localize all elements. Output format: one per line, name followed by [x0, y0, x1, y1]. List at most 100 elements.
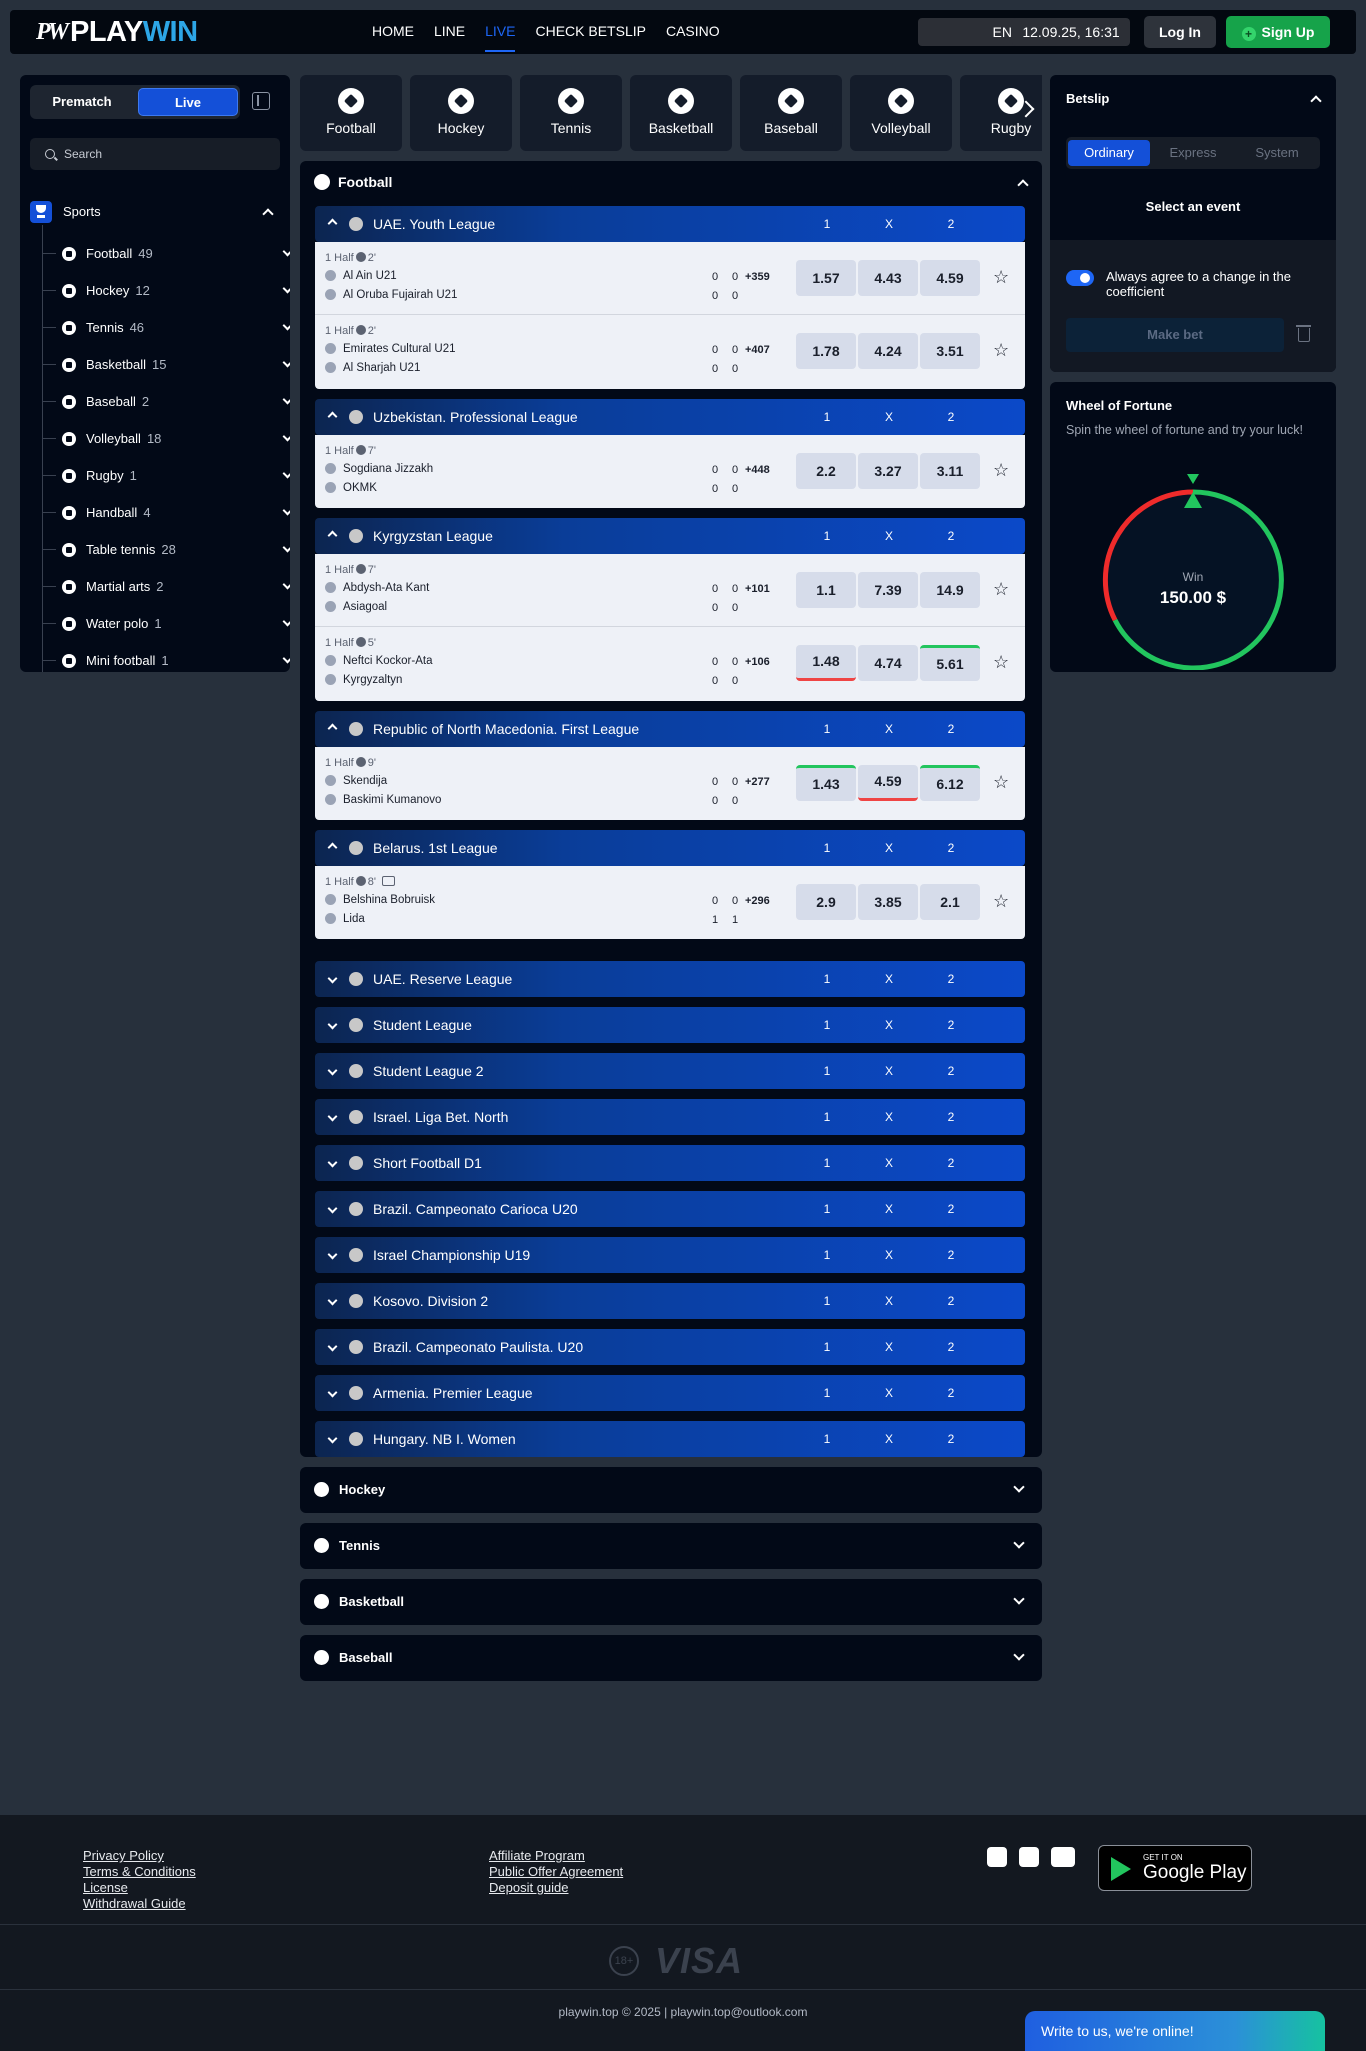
odd-button-2[interactable]: 4.59: [920, 260, 980, 296]
chevron-down-icon[interactable]: [327, 1341, 338, 1352]
nav-casino[interactable]: CASINO: [666, 10, 720, 54]
league-header[interactable]: Student League 1 X 2: [315, 1007, 1025, 1043]
login-button[interactable]: Log In: [1144, 16, 1216, 48]
chevron-up-icon[interactable]: [327, 530, 338, 541]
withdrawal-guide-link[interactable]: Withdrawal Guide: [83, 1896, 196, 1912]
league-header[interactable]: Armenia. Premier League 1 X 2: [315, 1375, 1025, 1411]
odd-button-x[interactable]: 4.43: [858, 260, 918, 296]
tab-system[interactable]: System: [1236, 140, 1318, 166]
league-header[interactable]: Short Football D1 1 X 2: [315, 1145, 1025, 1181]
odd-button-2[interactable]: 14.9: [920, 572, 980, 608]
league-header[interactable]: Brazil. Campeonato Paulista. U20 1 X 2: [315, 1329, 1025, 1365]
odd-button-2[interactable]: 3.11: [920, 453, 980, 489]
search-input[interactable]: Search: [30, 138, 280, 170]
hockey-panel[interactable]: Hockey: [300, 1467, 1042, 1513]
sports-header[interactable]: Sports: [30, 201, 280, 223]
odd-button-x[interactable]: 4.24: [858, 333, 918, 369]
league-header[interactable]: Belarus. 1st League 1 X 2: [315, 830, 1025, 866]
tab-basketball[interactable]: Basketball: [630, 75, 732, 151]
tab-volleyball[interactable]: Volleyball: [850, 75, 952, 151]
star-icon[interactable]: ☆: [993, 268, 1009, 286]
chevron-down-icon[interactable]: [327, 1019, 338, 1030]
match-row[interactable]: 1 Half 2' Emirates Cultural U21 Al Sharjah …: [315, 315, 1025, 388]
more-markets-link[interactable]: +101: [745, 583, 770, 595]
signup-button[interactable]: + Sign Up: [1226, 16, 1330, 48]
star-icon[interactable]: ☆: [993, 773, 1009, 791]
odd-button-2[interactable]: 6.12: [920, 765, 980, 801]
sidebar-item-handball[interactable]: Handball 4: [42, 500, 290, 526]
more-markets-link[interactable]: +277: [745, 776, 770, 788]
match-row[interactable]: 1 Half 5' Neftci Kockor-Ata Kyrgyzaltyn 0 0 0 0…: [315, 627, 1025, 700]
chevron-down-icon[interactable]: [327, 1203, 338, 1214]
odd-button-1[interactable]: 1.1: [796, 572, 856, 608]
league-header[interactable]: Student League 2 1 X 2: [315, 1053, 1025, 1089]
chevron-down-icon[interactable]: [327, 973, 338, 984]
youtube-icon[interactable]: [1051, 1847, 1075, 1867]
chevron-up-icon[interactable]: [327, 411, 338, 422]
tab-baseball[interactable]: Baseball: [740, 75, 842, 151]
tab-express[interactable]: Express: [1152, 140, 1234, 166]
league-header[interactable]: Kyrgyzstan League 1 X 2: [315, 518, 1025, 554]
prematch-button[interactable]: Prematch: [32, 88, 132, 116]
odd-button-x[interactable]: 4.59: [858, 765, 918, 801]
tab-tennis[interactable]: Tennis: [520, 75, 622, 151]
sidebar-item-table-tennis[interactable]: Table tennis 28: [42, 537, 290, 563]
match-row[interactable]: 1 Half 8' Belshina Bobruisk Lida 0 0 1 1 +296 2.9…: [315, 866, 1025, 939]
chevron-down-icon[interactable]: [327, 1249, 338, 1260]
chevron-up-icon[interactable]: [327, 842, 338, 853]
chevron-down-icon[interactable]: [327, 1433, 338, 1444]
chat-widget[interactable]: Write to us, we're online!: [1025, 2011, 1325, 2051]
league-header[interactable]: Israel Championship U19 1 X 2: [315, 1237, 1025, 1273]
chevron-down-icon[interactable]: [327, 1387, 338, 1398]
baseball-panel[interactable]: Baseball: [300, 1635, 1042, 1681]
chevron-up-icon[interactable]: [327, 723, 338, 734]
sidebar-item-mini-football[interactable]: Mini football 1: [42, 648, 290, 672]
tab-hockey[interactable]: Hockey: [410, 75, 512, 151]
odd-button-x[interactable]: 4.74: [858, 645, 918, 681]
star-icon[interactable]: ☆: [993, 580, 1009, 598]
more-markets-link[interactable]: +448: [745, 464, 770, 476]
tab-ordinary[interactable]: Ordinary: [1068, 140, 1150, 166]
sidebar-item-football[interactable]: Football 49: [42, 241, 290, 267]
logo[interactable]: PW PLAY WIN: [36, 16, 198, 48]
league-header[interactable]: UAE. Youth League 1 X 2: [315, 206, 1025, 242]
star-icon[interactable]: ☆: [993, 892, 1009, 910]
match-row[interactable]: 1 Half 2' Al Ain U21 Al Oruba Fujairah U21 0…: [315, 242, 1025, 315]
league-header[interactable]: Uzbekistan. Professional League 1 X 2: [315, 399, 1025, 435]
sidebar-item-basketball[interactable]: Basketball 15: [42, 352, 290, 378]
instagram-icon[interactable]: [1019, 1847, 1039, 1867]
league-header[interactable]: Israel. Liga Bet. North 1 X 2: [315, 1099, 1025, 1135]
match-row[interactable]: 1 Half 7' Abdysh-Ata Kant Asiagoal 0 0 0 0 +101 1…: [315, 554, 1025, 627]
chevron-up-icon[interactable]: [1017, 179, 1029, 191]
odd-button-1[interactable]: 1.43: [796, 765, 856, 801]
football-panel-header[interactable]: Football: [314, 173, 392, 191]
license-link[interactable]: License: [83, 1880, 196, 1896]
league-header[interactable]: Republic of North Macedonia. First Leagu…: [315, 711, 1025, 747]
nav-live[interactable]: LIVE: [485, 10, 516, 54]
star-icon[interactable]: ☆: [993, 341, 1009, 359]
nav-line[interactable]: LINE: [434, 10, 465, 54]
more-markets-link[interactable]: +359: [745, 271, 770, 283]
basketball-panel[interactable]: Basketball: [300, 1579, 1042, 1625]
league-header[interactable]: Kosovo. Division 2 1 X 2: [315, 1283, 1025, 1319]
facebook-icon[interactable]: [987, 1847, 1007, 1867]
odd-button-1[interactable]: 1.78: [796, 333, 856, 369]
chevron-down-icon[interactable]: [327, 1065, 338, 1076]
odd-button-x[interactable]: 7.39: [858, 572, 918, 608]
sidebar-item-baseball[interactable]: Baseball 2: [42, 389, 290, 415]
more-markets-link[interactable]: +106: [745, 656, 770, 668]
match-row[interactable]: 1 Half 7' Sogdiana Jizzakh OKMK 0 0 0 0 +448 2.2 3…: [315, 435, 1025, 508]
live-button[interactable]: Live: [138, 88, 238, 116]
tennis-panel[interactable]: Tennis: [300, 1523, 1042, 1569]
odd-button-2[interactable]: 3.51: [920, 333, 980, 369]
star-icon[interactable]: ☆: [993, 653, 1009, 671]
tv-icon[interactable]: [381, 876, 395, 886]
more-markets-link[interactable]: +407: [745, 344, 770, 356]
odd-button-2[interactable]: 2.1: [920, 884, 980, 920]
agree-toggle[interactable]: [1066, 270, 1094, 286]
odd-button-1[interactable]: 2.2: [796, 453, 856, 489]
terms-link[interactable]: Terms & Conditions: [83, 1864, 196, 1880]
public-offer-link[interactable]: Public Offer Agreement: [489, 1864, 623, 1880]
sidebar-item-volleyball[interactable]: Volleyball 18: [42, 426, 290, 452]
sidebar-item-tennis[interactable]: Tennis 46: [42, 315, 290, 341]
